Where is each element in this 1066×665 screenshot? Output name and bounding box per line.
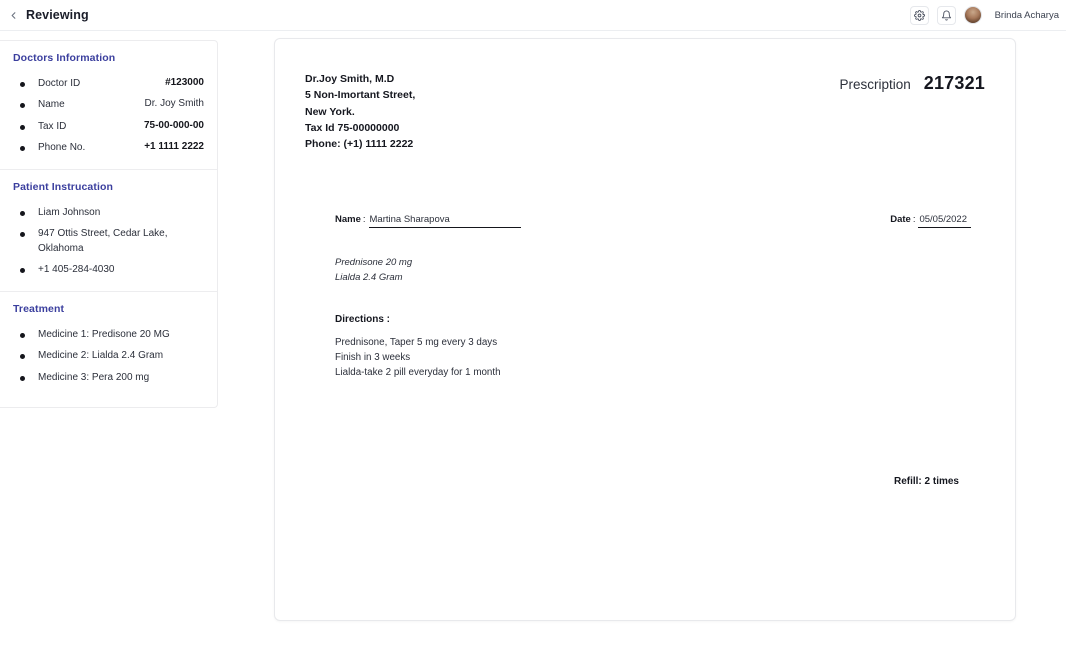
list-item-label: Medicine 2: Lialda 2.4 Gram: [38, 350, 164, 361]
list-item: Phone No. +1 1111 2222: [13, 138, 204, 160]
page-title: Reviewing: [26, 8, 89, 22]
prescription-date-field[interactable]: Date : 05/05/2022: [890, 214, 971, 229]
list-item-label: Doctor ID: [38, 77, 81, 89]
bell-icon: [941, 10, 952, 21]
list-item-label: Name: [38, 99, 65, 110]
list-item-label: 947 Ottis Street, Cedar Lake, Oklahoma: [38, 228, 168, 254]
sidebar-section: Doctors Information Doctor ID #123000 Name D…: [0, 41, 217, 169]
sidebar-section: Patient Instrucation Liam Johnson 947 Otti…: [0, 169, 217, 291]
gear-icon: [913, 9, 925, 21]
directions-title: Directions :: [335, 313, 391, 325]
bullet-icon: [20, 232, 25, 237]
sidebar-section-list: Liam Johnson 947 Ottis Street, Cedar Lake…: [13, 202, 204, 281]
list-item-value: Dr. Joy Smith: [144, 98, 204, 109]
sidebar-section-list: Medicine 1: Predisone 20 MG Medicine 2: L…: [13, 324, 204, 389]
list-item-label: Phone No.: [38, 142, 86, 153]
list-item: Medicine 2: Lialda 2.4 Gram: [13, 346, 204, 368]
patient-name-field[interactable]: Name : Martina Sharapova: [335, 214, 521, 229]
bullet-icon: [20, 124, 25, 130]
prescription-number-block: Prescription 217321: [839, 71, 985, 94]
notifications-button[interactable]: [936, 5, 956, 25]
list-item-label: Tax ID: [38, 120, 67, 132]
bullet-icon: [20, 103, 25, 108]
patient-name-separator: :: [362, 214, 366, 226]
sidebar-section-heading: Treatment: [13, 303, 65, 315]
list-item: +1 405-284-4030: [13, 260, 204, 282]
bullet-icon: [20, 268, 25, 273]
date-value[interactable]: 05/05/2022: [918, 214, 971, 229]
patient-name-label: Name: [335, 214, 361, 226]
list-item-label: Medicine 3: Pera 200 mg: [38, 371, 150, 383]
sidebar-section: Treatment Medicine 1: Predisone 20 MG Medi…: [0, 291, 217, 399]
sidebar: Doctors Information Doctor ID #123000 Name D…: [0, 40, 218, 408]
user-name: Brinda Acharya: [994, 9, 1059, 21]
list-item-value: +1 1111 2222: [144, 141, 204, 152]
sidebar-section-list: Doctor ID #123000 Name Dr. Joy Smith Tax ID 7…: [13, 73, 204, 159]
chevron-left-icon: [8, 10, 19, 21]
refill-note: Refill: 2 times: [893, 476, 959, 487]
list-item: Doctor ID #123000: [13, 73, 204, 95]
clinic-details: Dr.Joy Smith, M.D 5 Non-Imortant Street,…: [305, 73, 416, 151]
date-separator: :: [912, 214, 916, 226]
prescription-number: 217321: [923, 73, 985, 93]
bullet-icon: [20, 332, 25, 338]
list-item: Liam Johnson: [13, 202, 204, 224]
bullet-icon: [20, 146, 25, 151]
list-item-label: Liam Johnson: [38, 206, 101, 218]
top-bar: Reviewing Brinda Acharya: [0, 0, 1066, 31]
date-label: Date: [890, 214, 911, 226]
settings-button[interactable]: [909, 5, 929, 25]
sidebar-section-heading: Patient Instrucation: [13, 181, 114, 193]
prescription-label: Prescription: [839, 77, 911, 92]
bullet-icon: [20, 375, 25, 381]
list-item: Tax ID 75-00-000-00: [13, 116, 204, 138]
back-button[interactable]: [4, 6, 22, 24]
list-item-label: +1 405-284-4030: [38, 264, 115, 275]
list-item-value: #123000: [165, 76, 204, 88]
sidebar-section-heading: Doctors Information: [13, 52, 116, 64]
top-bar-actions: Brinda Acharya: [909, 5, 1059, 25]
bullet-icon: [20, 354, 25, 359]
list-item: Medicine 1: Predisone 20 MG: [13, 324, 204, 346]
prescription-card: Dr.Joy Smith, M.D 5 Non-Imortant Street,…: [274, 38, 1016, 621]
sidebar-sections: Doctors Information Doctor ID #123000 Name D…: [0, 41, 217, 399]
list-item: Medicine 3: Pera 200 mg: [13, 367, 204, 389]
prescription-header: Dr.Joy Smith, M.D 5 Non-Imortant Street,…: [305, 71, 985, 152]
list-item: Name Dr. Joy Smith: [13, 95, 204, 117]
list-item-value: 75-00-000-00: [143, 119, 204, 131]
avatar[interactable]: [963, 6, 982, 24]
list-item: 947 Ottis Street, Cedar Lake, Oklahoma: [13, 224, 204, 260]
patient-date-row: Name : Martina Sharapova Date : 05/05/20…: [305, 214, 985, 229]
patient-name-value[interactable]: Martina Sharapova: [368, 214, 521, 229]
directions-body: Prednisone, Taper 5 mg every 3 days Fini…: [335, 336, 501, 378]
list-item-label: Medicine 1: Predisone 20 MG: [38, 328, 170, 340]
bullet-icon: [20, 81, 25, 87]
bullet-icon: [20, 210, 25, 216]
medication-list: Prednisone 20 mg Lialda 2.4 Gram: [335, 257, 413, 284]
